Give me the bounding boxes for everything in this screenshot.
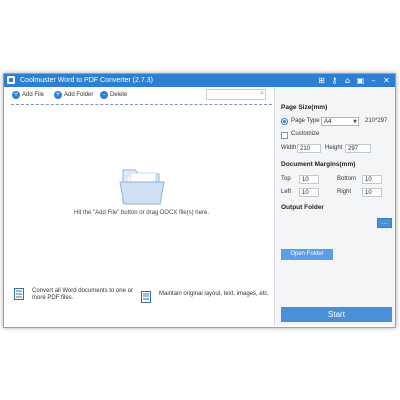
drop-hint: Hit the "Add File" button or drag DOCX f… xyxy=(74,210,209,216)
width-label: Width xyxy=(281,145,297,151)
page-type-select[interactable]: A4 ▼ xyxy=(321,117,359,126)
height-label: Height xyxy=(325,145,343,151)
right-field[interactable]: 10 xyxy=(362,188,382,197)
add-file-icon: + xyxy=(12,91,20,99)
toolbar: + Add File + Add Folder – Delete ⌕ xyxy=(4,87,274,107)
add-folder-button[interactable]: + Add Folder xyxy=(54,89,93,101)
bottom-field[interactable]: 10 xyxy=(362,175,382,184)
home-icon[interactable]: ⌂ xyxy=(341,75,354,86)
feature-maintain-line1: Maintain original layout, text, images, … xyxy=(159,291,270,297)
margins-title: Document Margins(mm) xyxy=(281,161,356,168)
page-type-radio[interactable] xyxy=(281,118,288,125)
browse-button[interactable]: ... xyxy=(377,218,392,228)
window-title: Coolmuster Word to PDF Converter (2.7.3) xyxy=(20,77,153,84)
add-file-button[interactable]: + Add File xyxy=(12,89,44,101)
left-label: Left xyxy=(281,189,292,195)
page-type-dims: 210*297 xyxy=(365,118,388,124)
settings-panel: Page Size(mm) Page Type A4 ▼ 210*297 Cus… xyxy=(275,87,395,326)
chevron-down-icon: ▼ xyxy=(353,119,357,125)
search-icon[interactable]: ⌕ xyxy=(260,89,264,98)
feedback-icon[interactable]: ▣ xyxy=(354,75,367,86)
width-field[interactable]: 210 xyxy=(297,144,321,153)
register-icon[interactable]: ⊞ xyxy=(315,75,328,86)
top-field[interactable]: 10 xyxy=(299,175,319,184)
key-icon[interactable]: ⚷ xyxy=(328,75,341,86)
page-type-value: A4 xyxy=(324,119,332,125)
minimize-icon[interactable]: – xyxy=(367,75,380,86)
bottom-label: Bottom xyxy=(337,176,357,182)
app-logo-icon xyxy=(7,76,15,84)
feature-convert-line2: more PDF files. xyxy=(32,295,74,301)
right-label: Right xyxy=(337,189,352,195)
output-folder-title: Output Folder xyxy=(281,204,324,211)
page-size-title: Page Size(mm) xyxy=(281,104,328,111)
height-field[interactable]: 297 xyxy=(345,144,371,153)
title-bar: Coolmuster Word to PDF Converter (2.7.3)… xyxy=(4,74,395,87)
customize-checkbox[interactable] xyxy=(281,132,288,139)
feature-maintain: Maintain original layout, text, images, … xyxy=(141,291,269,311)
delete-icon: – xyxy=(100,91,108,99)
app-window: Coolmuster Word to PDF Converter (2.7.3)… xyxy=(3,73,396,328)
folder-icon xyxy=(119,169,165,205)
close-icon[interactable]: ✕ xyxy=(380,75,393,86)
layout-icon xyxy=(141,291,151,303)
delete-button[interactable]: – Delete xyxy=(100,89,127,101)
start-button[interactable]: Start xyxy=(281,307,392,322)
feature-convert-line1: Convert all Word documents to one or xyxy=(32,288,133,294)
add-folder-label: Add Folder xyxy=(64,92,94,98)
left-field[interactable]: 10 xyxy=(299,188,319,197)
list-divider xyxy=(11,104,272,105)
document-icon xyxy=(14,288,24,300)
customize-label: Customize xyxy=(291,131,320,137)
open-folder-button[interactable]: Open Folder xyxy=(281,249,333,260)
add-file-label: Add File xyxy=(22,92,45,98)
top-label: Top xyxy=(281,176,291,182)
delete-label: Delete xyxy=(110,92,128,98)
add-folder-icon: + xyxy=(54,91,62,99)
feature-convert: Convert all Word documents to one or mor… xyxy=(14,288,133,308)
search-box: ⌕ xyxy=(206,89,266,107)
file-drop-area[interactable]: Hit the "Add File" button or drag DOCX f… xyxy=(11,106,272,281)
page-type-label: Page Type xyxy=(291,118,320,124)
